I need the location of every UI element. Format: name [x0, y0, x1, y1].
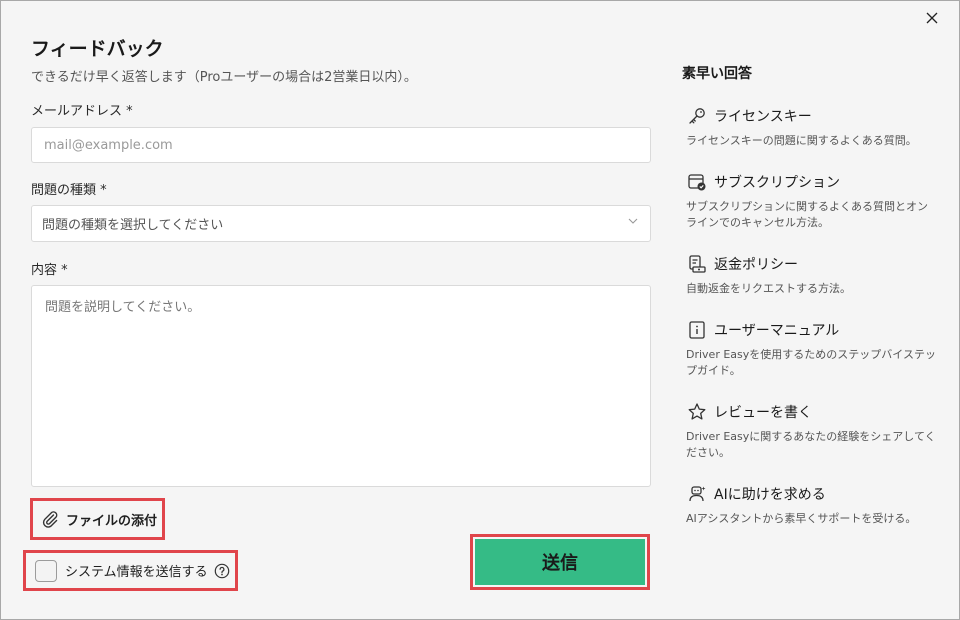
issue-type-label: 問題の種類 * [31, 183, 107, 198]
refund-icon [686, 253, 708, 275]
quick-answer-desc: AIアシスタントから素早くサポートを受ける。 [686, 512, 917, 525]
send-system-info: システム情報を送信する [23, 550, 238, 591]
paperclip-icon [42, 511, 58, 528]
quick-answer-title: ユーザーマニュアル [714, 323, 840, 339]
attach-file-label: ファイルの添付 [66, 513, 158, 529]
quick-answer-title: サブスクリプション [714, 175, 840, 191]
feedback-dialog: フィードバック できるだけ早く返答します（Proユーザーの場合は2営業日以内）。… [0, 0, 960, 620]
quick-answer-desc: Driver Easyに関するあなたの経験をシェアしてください。 [686, 430, 936, 459]
manual-icon [686, 319, 708, 341]
page-subtitle: できるだけ早く返答します（Proユーザーの場合は2営業日以内）。 [31, 70, 417, 85]
submit-button[interactable]: 送信 [475, 539, 645, 585]
page-title: フィードバック [31, 38, 164, 60]
content-textarea[interactable] [31, 285, 651, 487]
email-label: メールアドレス * [31, 104, 133, 119]
quick-answer-subscription[interactable]: サブスクリプション サブスクリプションに関するよくある質問とオンラインでのキャン… [686, 171, 936, 231]
close-button[interactable] [915, 5, 949, 31]
quick-answers-title: 素早い回答 [682, 66, 752, 82]
quick-answer-desc: サブスクリプションに関するよくある質問とオンラインでのキャンセル方法。 [686, 200, 928, 229]
quick-answer-desc: Driver Easyを使用するためのステップバイステップガイド。 [686, 348, 936, 377]
quick-answer-title: AIに助けを求める [714, 487, 826, 503]
key-icon [686, 105, 708, 127]
content-label: 内容 * [31, 263, 68, 278]
chevron-down-icon [628, 218, 638, 224]
help-icon[interactable] [214, 563, 230, 579]
quick-answer-ask-ai[interactable]: AIに助けを求める AIアシスタントから素早くサポートを受ける。 [686, 483, 936, 527]
star-icon [686, 401, 708, 423]
submit-highlight: 送信 [470, 534, 650, 590]
issue-type-select[interactable]: 問題の種類を選択してください [31, 205, 651, 242]
send-system-info-label: システム情報を送信する [65, 565, 208, 580]
quick-answer-license-key[interactable]: ライセンスキー ライセンスキーの問題に関するよくある質問。 [686, 105, 936, 149]
quick-answer-title: 返金ポリシー [714, 257, 798, 273]
subscription-icon [686, 171, 708, 193]
send-system-info-checkbox[interactable] [35, 559, 57, 582]
quick-answer-write-review[interactable]: レビューを書く Driver Easyに関するあなたの経験をシェアしてください。 [686, 401, 936, 461]
quick-answer-title: ライセンスキー [714, 109, 812, 125]
quick-answer-user-manual[interactable]: ユーザーマニュアル Driver Easyを使用するためのステップバイステップガ… [686, 319, 936, 379]
ai-assistant-icon [686, 483, 708, 505]
issue-type-placeholder: 問題の種類を選択してください [42, 218, 224, 233]
email-field[interactable] [31, 127, 651, 163]
attach-file-button[interactable]: ファイルの添付 [30, 498, 165, 540]
quick-answer-refund-policy[interactable]: 返金ポリシー 自動返金をリクエストする方法。 [686, 253, 936, 297]
quick-answer-desc: ライセンスキーの問題に関するよくある質問。 [686, 134, 917, 147]
close-icon [926, 12, 938, 24]
quick-answer-desc: 自動返金をリクエストする方法。 [686, 282, 851, 295]
quick-answer-title: レビューを書く [714, 405, 812, 421]
